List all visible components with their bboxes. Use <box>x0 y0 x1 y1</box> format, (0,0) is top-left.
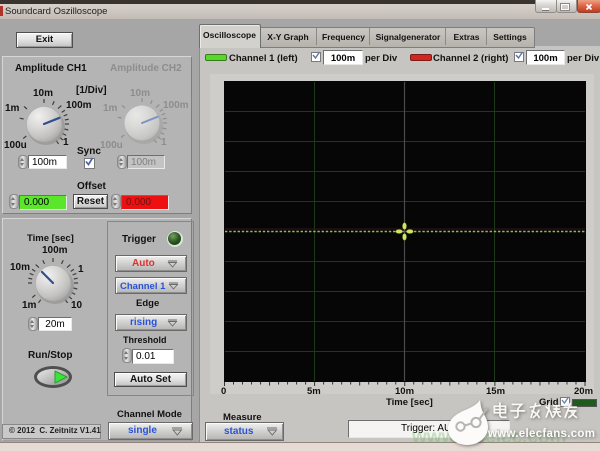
svg-text:www.elecfans.com: www.elecfans.com <box>487 428 595 440</box>
